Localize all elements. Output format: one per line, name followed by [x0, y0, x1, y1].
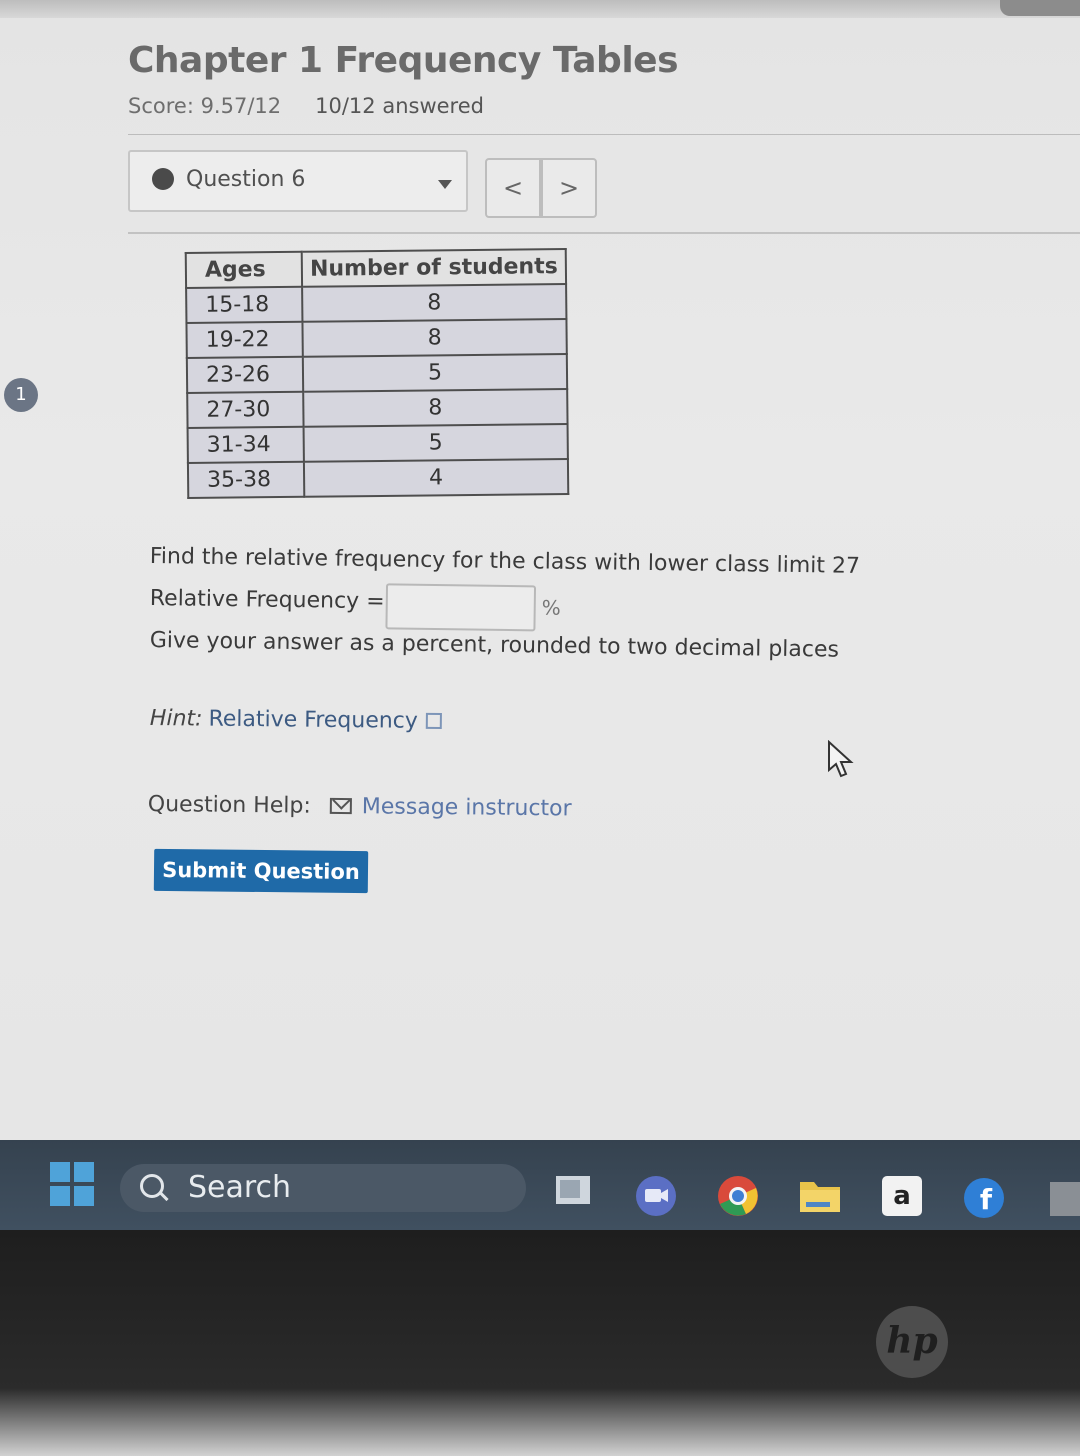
hp-logo: hp — [876, 1306, 948, 1378]
divider — [128, 134, 1080, 135]
browser-top-strip — [0, 0, 1080, 18]
page-title: Chapter 1 Frequency Tables — [128, 40, 679, 81]
taskbar-search[interactable]: Search — [120, 1164, 526, 1212]
mail-icon[interactable] — [329, 797, 352, 815]
file-explorer-icon[interactable] — [552, 1170, 596, 1214]
amazon-icon[interactable]: a — [880, 1174, 924, 1218]
windows-tile — [50, 1162, 70, 1182]
age-cell: 15-18 — [186, 286, 303, 323]
table-row: 35-38 4 — [187, 459, 569, 498]
table-row: 19-22 8 — [186, 319, 567, 358]
windows-tile — [74, 1186, 94, 1206]
age-cell: 27-30 — [187, 391, 304, 428]
score-text: Score: 9.57/12 — [128, 94, 282, 118]
mouse-cursor-icon — [828, 740, 854, 778]
app-icon[interactable] — [1046, 1178, 1080, 1222]
search-icon — [140, 1174, 164, 1198]
table-row: 31-34 5 — [187, 424, 568, 463]
table-row: 27-30 8 — [187, 389, 568, 428]
facebook-icon[interactable]: f — [962, 1176, 1006, 1220]
divider — [128, 232, 1080, 234]
relative-frequency-input[interactable] — [385, 583, 537, 632]
message-instructor-link[interactable]: Message instructor — [362, 794, 572, 821]
question-select-label: Question 6 — [186, 167, 306, 192]
count-cell: 5 — [302, 354, 568, 392]
folder-icon[interactable] — [798, 1174, 842, 1218]
relative-frequency-label: Relative Frequency = — [149, 586, 385, 615]
windows-start-icon[interactable] — [50, 1162, 94, 1206]
question-help-label: Question Help: — [147, 792, 311, 819]
frequency-table: Ages Number of students 15-18 8 19-22 8 … — [185, 248, 570, 499]
table-header-row: Ages Number of students — [185, 249, 567, 288]
age-cell: 31-34 — [187, 426, 304, 463]
taskbar: Search a f — [0, 1140, 1080, 1230]
question-select[interactable]: Question 6 — [128, 150, 468, 212]
score-line: Score: 9.57/12 10/12 answered — [128, 94, 484, 118]
age-cell: 35-38 — [187, 461, 305, 498]
hint-label: Hint: — [149, 706, 203, 732]
count-cell: 4 — [303, 459, 569, 497]
status-dot-icon — [152, 168, 174, 190]
question-help-row: Question Help: Message instructor — [147, 792, 572, 821]
submit-question-button[interactable]: Submit Question — [153, 848, 369, 894]
percent-unit: % — [541, 595, 561, 620]
question-prompt: Find the relative frequency for the clas… — [149, 544, 861, 579]
count-cell: 8 — [303, 389, 568, 427]
svg-text:f: f — [980, 1183, 993, 1216]
answered-count: 10/12 answered — [315, 94, 484, 118]
relative-frequency-row: Relative Frequency = % — [149, 583, 561, 632]
age-cell: 19-22 — [186, 321, 303, 358]
side-badge[interactable]: 1 — [4, 378, 38, 412]
taskbar-search-label: Search — [188, 1170, 292, 1205]
video-chat-icon[interactable] — [634, 1174, 678, 1218]
answer-instructions: Give your answer as a percent, rounded t… — [149, 628, 840, 663]
top-corner — [1000, 0, 1080, 16]
hint-row: Hint: Relative Frequency — [150, 706, 442, 734]
next-question-button[interactable]: > — [541, 158, 597, 218]
svg-text:a: a — [893, 1181, 911, 1211]
count-cell: 8 — [302, 319, 567, 357]
browser-screen: Chapter 1 Frequency Tables Score: 9.57/1… — [0, 0, 1080, 1140]
count-cell: 8 — [302, 284, 567, 322]
hint-link[interactable]: Relative Frequency — [208, 707, 418, 734]
external-link-icon[interactable] — [425, 712, 442, 730]
table-row: 23-26 5 — [186, 354, 568, 393]
chevron-down-icon — [438, 180, 452, 189]
prev-question-button[interactable]: < — [485, 158, 541, 218]
age-cell: 23-26 — [186, 356, 304, 393]
table-row: 15-18 8 — [186, 284, 567, 323]
laptop-bezel: hp — [0, 1230, 1080, 1456]
windows-tile — [74, 1162, 94, 1182]
windows-tile — [50, 1186, 70, 1206]
column-header-ages: Ages — [185, 251, 303, 288]
count-cell: 5 — [303, 424, 568, 462]
chrome-icon[interactable] — [716, 1174, 760, 1218]
column-header-students: Number of students — [301, 249, 567, 287]
